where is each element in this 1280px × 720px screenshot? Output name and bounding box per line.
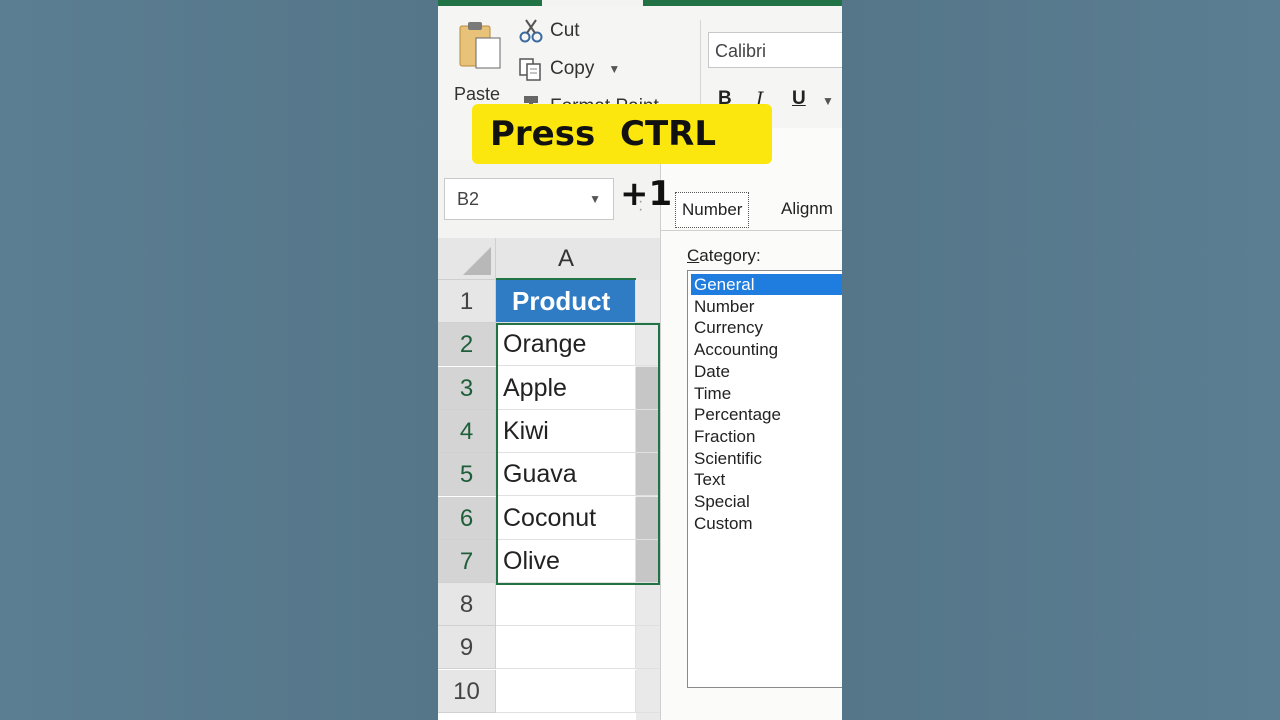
category-item[interactable]: Time (691, 383, 842, 404)
row-header[interactable]: 9 (438, 626, 496, 670)
name-box[interactable]: B2 ▼ (444, 178, 614, 220)
table-row: 2 Orange (438, 323, 660, 367)
cell-b[interactable] (636, 583, 660, 627)
background-right (842, 0, 1280, 720)
table-row: 10 (438, 669, 660, 713)
cell-b[interactable] (636, 539, 660, 583)
table-row: 8 (438, 583, 660, 627)
cell-b[interactable] (636, 280, 660, 323)
shortcut-banner: Press CTRL +1 (472, 104, 772, 214)
cell[interactable]: Apple (496, 366, 636, 410)
cell[interactable] (496, 626, 636, 670)
background-left (0, 0, 438, 720)
row-header[interactable]: 3 (438, 366, 496, 410)
cell-b[interactable] (636, 496, 660, 540)
table-row: 7 Olive (438, 539, 660, 583)
category-item[interactable]: Custom (691, 513, 842, 534)
cell[interactable]: Olive (496, 539, 636, 583)
cell[interactable]: Coconut (496, 496, 636, 540)
cell-b[interactable] (636, 409, 660, 453)
tab-divider (661, 230, 842, 231)
row-header[interactable]: 5 (438, 453, 496, 497)
category-list[interactable]: General Number Currency Accounting Date Time P… (687, 270, 842, 688)
row-header[interactable]: 4 (438, 409, 496, 453)
category-item[interactable]: Fraction (691, 426, 842, 447)
cut-button[interactable]: Cut (518, 18, 580, 44)
tab-alignment[interactable]: Alignm (781, 192, 833, 226)
copy-button[interactable]: Copy ▼ (518, 56, 620, 82)
table-row: 5 Guava (438, 453, 660, 497)
row-header[interactable]: 1 (438, 280, 496, 323)
row-header[interactable]: 2 (438, 323, 496, 367)
table-row: 9 (438, 626, 660, 670)
category-item[interactable]: Currency (691, 317, 842, 338)
shortcut-press-text: Press (490, 114, 596, 154)
category-item[interactable]: Scientific (691, 448, 842, 469)
category-item[interactable]: Date (691, 361, 842, 382)
category-item[interactable]: Number (691, 296, 842, 317)
cell-b[interactable] (636, 323, 660, 367)
cell-b[interactable] (636, 626, 660, 670)
column-header-a[interactable]: A (496, 238, 636, 280)
category-item[interactable]: Special (691, 491, 842, 512)
scissors-icon (519, 19, 543, 43)
select-all-corner[interactable] (438, 238, 496, 280)
worksheet-grid: A 1 Product 2 Orange 3 Apple 4 Kiwi 5 Guava 6 Cocon… (438, 238, 660, 720)
cell-b[interactable] (636, 453, 660, 497)
paste-icon[interactable] (458, 20, 504, 70)
category-item[interactable]: Percentage (691, 404, 842, 425)
paste-label[interactable]: Paste (454, 84, 500, 105)
shortcut-keys-text: CTRL +1 (620, 114, 716, 214)
copy-icon (519, 58, 541, 81)
category-item[interactable]: Accounting (691, 339, 842, 360)
font-name-box[interactable]: Calibri (708, 32, 842, 68)
cell-b[interactable] (636, 366, 660, 410)
table-row: 3 Apple (438, 366, 660, 410)
category-label: Category: (687, 246, 761, 265)
column-header-b[interactable] (636, 238, 660, 280)
table-row: 6 Coconut (438, 496, 660, 540)
copy-label: Copy (550, 58, 595, 79)
row-header[interactable]: 6 (438, 496, 496, 540)
cell[interactable] (496, 583, 636, 627)
cell[interactable]: Kiwi (496, 409, 636, 453)
table-row: 4 Kiwi (438, 409, 660, 453)
cut-label: Cut (550, 20, 580, 41)
category-item[interactable]: Text (691, 469, 842, 490)
name-box-dropdown-icon[interactable]: ▼ (589, 179, 601, 219)
cell[interactable]: Orange (496, 323, 636, 367)
header-cell[interactable]: Product (496, 280, 636, 323)
cell-b[interactable] (636, 670, 660, 713)
row-header[interactable]: 7 (438, 539, 496, 583)
cell[interactable]: Guava (496, 453, 636, 497)
row-header[interactable]: 8 (438, 583, 496, 627)
copy-dropdown-icon[interactable]: ▼ (608, 62, 620, 76)
table-row: 1 Product (438, 280, 660, 323)
cell[interactable] (496, 669, 636, 713)
row-header[interactable]: 10 (438, 669, 496, 713)
underline-dropdown-icon[interactable]: ▼ (822, 94, 834, 108)
underline-button[interactable]: U (792, 88, 806, 110)
name-box-value: B2 (457, 189, 480, 209)
excel-window: Paste Cut Copy ▼ Calibri B I U ▼ Press C… (438, 0, 842, 720)
category-item[interactable]: General (691, 274, 842, 295)
